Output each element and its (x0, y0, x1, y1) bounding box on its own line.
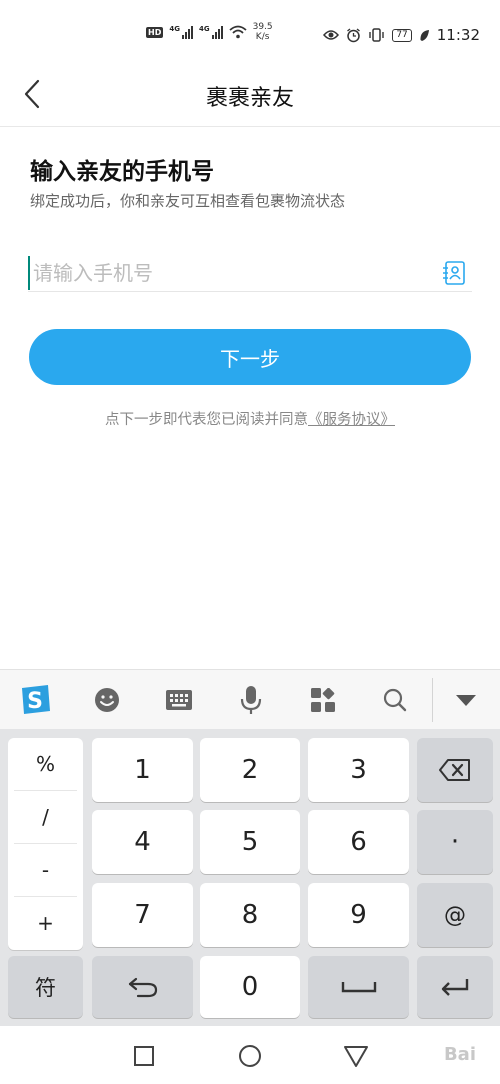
circle-icon (239, 1045, 261, 1067)
system-nav-bar: Bai (0, 1026, 500, 1084)
next-step-button[interactable]: 下一步 (29, 329, 471, 385)
eye-icon (323, 30, 340, 40)
key-9[interactable]: 9 (308, 883, 409, 947)
wifi-icon (229, 25, 247, 39)
key-5[interactable]: 5 (200, 810, 300, 874)
hd-badge: HD (146, 26, 164, 38)
key-minus[interactable]: - (8, 844, 83, 896)
service-agreement-link[interactable]: 《服务协议》 (308, 412, 395, 428)
search-button[interactable] (375, 680, 415, 720)
signal-icon: 4G (169, 25, 193, 39)
vibrate-icon (369, 28, 385, 42)
sub-heading: 绑定成功后，你和亲友可互相查看包裹物流状态 (30, 192, 346, 210)
clock-time: 11:32 (436, 26, 480, 44)
sogou-button[interactable]: S (15, 680, 55, 720)
numeric-keyboard: % / - + 1 2 3 4 5 6 · 7 8 9 @ 符 0 (0, 729, 500, 1026)
signal-icon-2: 4G (199, 25, 223, 39)
search-icon (383, 688, 407, 712)
key-0[interactable]: 0 (200, 956, 300, 1018)
keyboard-toolbar: S (0, 669, 500, 729)
square-icon (134, 1046, 154, 1066)
network-speed: 39.5 K/s (253, 22, 273, 42)
grid-apps-icon (311, 688, 335, 712)
triangle-back-icon (344, 1046, 368, 1067)
key-percent[interactable]: % (8, 738, 83, 790)
alarm-icon (347, 27, 361, 42)
emoji-icon (95, 688, 119, 712)
symbol-column: % / - + (8, 738, 83, 950)
recent-apps-button[interactable] (130, 1042, 158, 1070)
network-type-label: 4G (169, 25, 180, 33)
key-at[interactable]: @ (417, 883, 493, 947)
phone-input[interactable] (28, 256, 428, 290)
watermark: Bai (443, 1044, 476, 1065)
keyboard-icon (166, 690, 192, 710)
enter-arrow-icon (441, 979, 469, 996)
enter-key[interactable] (417, 956, 493, 1018)
microphone-icon (240, 686, 262, 714)
key-7[interactable]: 7 (92, 883, 193, 947)
collapse-keyboard-button[interactable] (446, 680, 486, 720)
keyboard-switch-button[interactable] (159, 680, 199, 720)
collapse-keyboard-icon (456, 695, 476, 706)
agreement-text: 点下一步即代表您已阅读并同意《服务协议》 (0, 408, 500, 429)
network-speed-value: 39.5 (252, 22, 273, 32)
key-1[interactable]: 1 (92, 738, 193, 802)
space-key[interactable] (308, 956, 409, 1018)
key-8[interactable]: 8 (200, 883, 300, 947)
key-6[interactable]: 6 (308, 810, 409, 874)
undo-key[interactable] (92, 956, 193, 1018)
backspace-icon (439, 759, 470, 781)
home-button[interactable] (236, 1042, 264, 1070)
space-bar-icon (341, 982, 376, 993)
leaf-icon (420, 29, 429, 41)
voice-input-button[interactable] (231, 680, 271, 720)
battery-icon: 77 (392, 28, 412, 42)
back-nav-button[interactable] (342, 1042, 370, 1070)
backspace-key[interactable] (417, 738, 493, 802)
app-header: 裹裹亲友 (0, 60, 500, 127)
status-left: HD 4G 4G 39.5 K/s (146, 22, 273, 42)
undo-arrow-icon (128, 977, 157, 998)
key-4[interactable]: 4 (92, 810, 193, 874)
toolbar-divider (432, 678, 433, 722)
page-title: 裹裹亲友 (205, 86, 294, 111)
key-slash[interactable]: / (8, 791, 83, 843)
contacts-button[interactable] (442, 260, 466, 286)
key-plus[interactable]: + (8, 897, 83, 949)
symbols-key[interactable]: 符 (8, 956, 83, 1018)
sogou-logo-icon: S (22, 685, 50, 714)
network-speed-unit: K/s (255, 32, 270, 42)
emoji-button[interactable] (87, 680, 127, 720)
main-heading: 输入亲友的手机号 (30, 159, 214, 185)
phone-input-row (28, 254, 472, 292)
key-3[interactable]: 3 (308, 738, 409, 802)
agreement-prefix: 点下一步即代表您已阅读并同意 (105, 412, 308, 428)
key-2[interactable]: 2 (200, 738, 300, 802)
status-bar: HD 4G 4G 39.5 K/s 77 11:32 (0, 0, 500, 60)
contacts-book-icon (443, 261, 465, 285)
key-dot[interactable]: · (417, 810, 493, 874)
status-right: 77 11:32 (323, 26, 480, 44)
apps-button[interactable] (303, 680, 343, 720)
network-type-label-2: 4G (198, 25, 210, 33)
svg-text:S: S (27, 689, 43, 714)
